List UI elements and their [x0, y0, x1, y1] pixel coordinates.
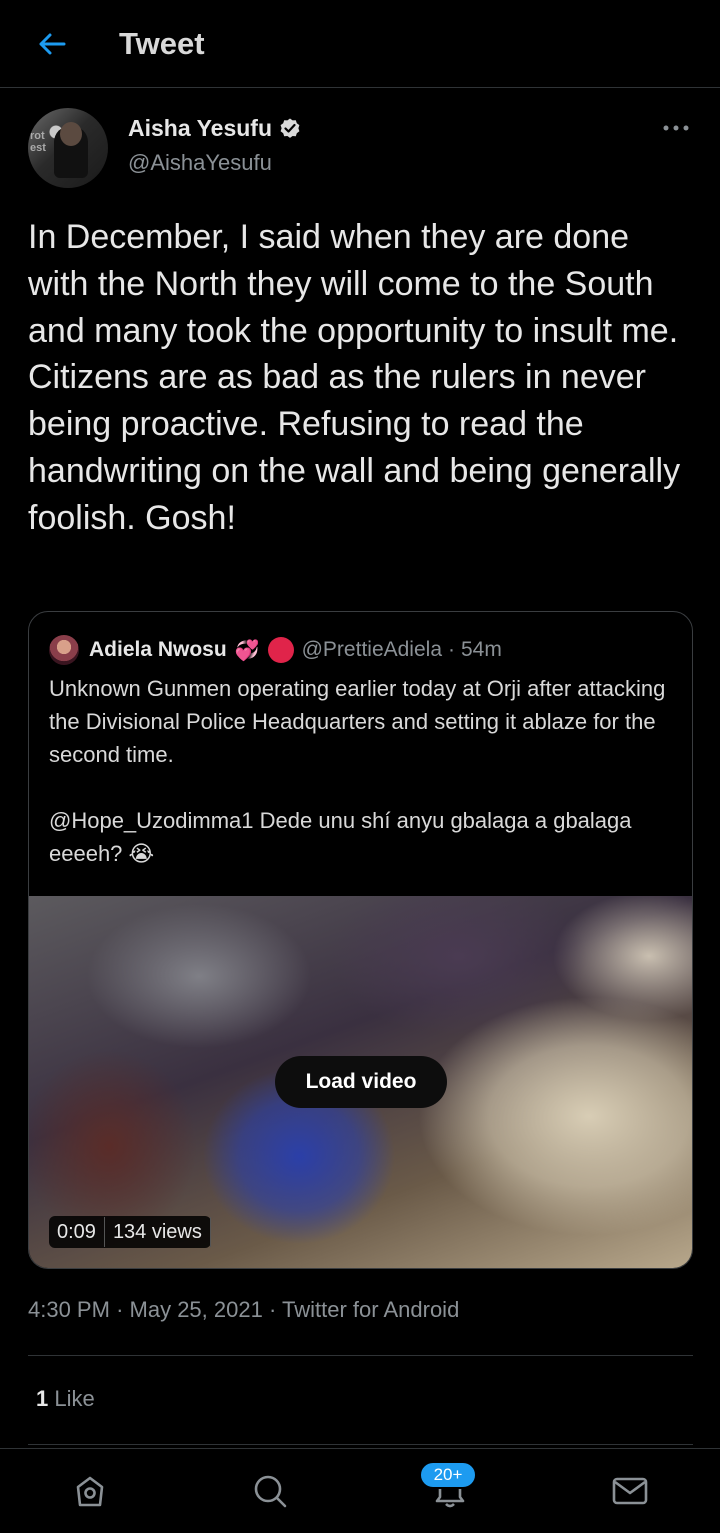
nav-search[interactable]	[250, 1471, 290, 1511]
tweet-text: In December, I said when they are done w…	[28, 218, 681, 537]
quoted-tweet[interactable]: Adiela Nwosu 💞 @PrettieAdiela · 54m Unkn…	[28, 611, 693, 1269]
quoted-tweet-text: Unknown Gunmen operating earlier today a…	[49, 672, 679, 870]
home-icon	[76, 1476, 104, 1507]
video-views: 134 views	[112, 1220, 202, 1243]
mail-icon	[612, 1477, 648, 1505]
heart-emoji: 💞	[234, 639, 260, 662]
red-circle-emoji	[267, 637, 294, 663]
likes-label: Like	[54, 1386, 95, 1411]
author-display-name[interactable]: Aisha Yesufu	[128, 115, 302, 142]
likes-number: 1	[36, 1386, 49, 1411]
nav-messages[interactable]	[610, 1471, 650, 1511]
author-handle[interactable]: @AishaYesufu	[128, 150, 272, 176]
separator-dot: ·	[448, 638, 455, 661]
search-icon	[254, 1475, 287, 1508]
avatar-overlay-text: rot est	[30, 130, 46, 154]
avatar[interactable]: rot est	[28, 108, 108, 188]
arrow-left-icon	[39, 33, 66, 55]
load-video-button[interactable]: Load video	[275, 1056, 447, 1108]
tweet-timestamp: 4:30 PM · May 25, 2021 · Twitter for And…	[28, 1297, 460, 1322]
tweet-time[interactable]: 4:30 PM	[28, 1297, 110, 1322]
bottom-navigation: 20+	[0, 1448, 720, 1533]
back-button[interactable]	[28, 24, 76, 64]
tweet-date[interactable]: May 25, 2021	[130, 1297, 263, 1322]
video-duration: 0:09	[57, 1220, 96, 1243]
divider	[28, 1355, 693, 1356]
quoted-paragraph-1: Unknown Gunmen operating earlier today a…	[49, 676, 666, 767]
divider	[28, 1444, 693, 1445]
tweet-source[interactable]: Twitter for Android	[282, 1297, 459, 1322]
page-title: Tweet	[119, 26, 205, 61]
author-name-text: Aisha Yesufu	[128, 115, 273, 141]
likes-count[interactable]: 1 Like	[36, 1386, 95, 1412]
notifications-badge: 20+	[419, 1461, 477, 1489]
quoted-avatar	[49, 635, 79, 665]
verified-badge-icon	[280, 118, 300, 138]
quoted-handle: @PrettieAdiela	[301, 638, 442, 661]
quoted-paragraph-2: @Hope_Uzodimma1 Dede unu shí anyu gbalag…	[49, 808, 632, 866]
video-stats: 0:09 134 views	[49, 1216, 211, 1248]
tweet-author: rot est Aisha Yesufu @AishaYesufu	[28, 108, 692, 188]
video-thumbnail[interactable]: Load video 0:09 134 views	[29, 896, 692, 1268]
top-app-bar: Tweet	[0, 0, 720, 88]
nav-home[interactable]	[70, 1471, 110, 1511]
more-options-button[interactable]	[660, 116, 692, 140]
quoted-tweet-header: Adiela Nwosu 💞 @PrettieAdiela · 54m	[49, 635, 502, 665]
quoted-display-name: Adiela Nwosu	[89, 638, 227, 661]
quoted-time: 54m	[461, 638, 502, 661]
more-dots-icon	[663, 125, 689, 131]
